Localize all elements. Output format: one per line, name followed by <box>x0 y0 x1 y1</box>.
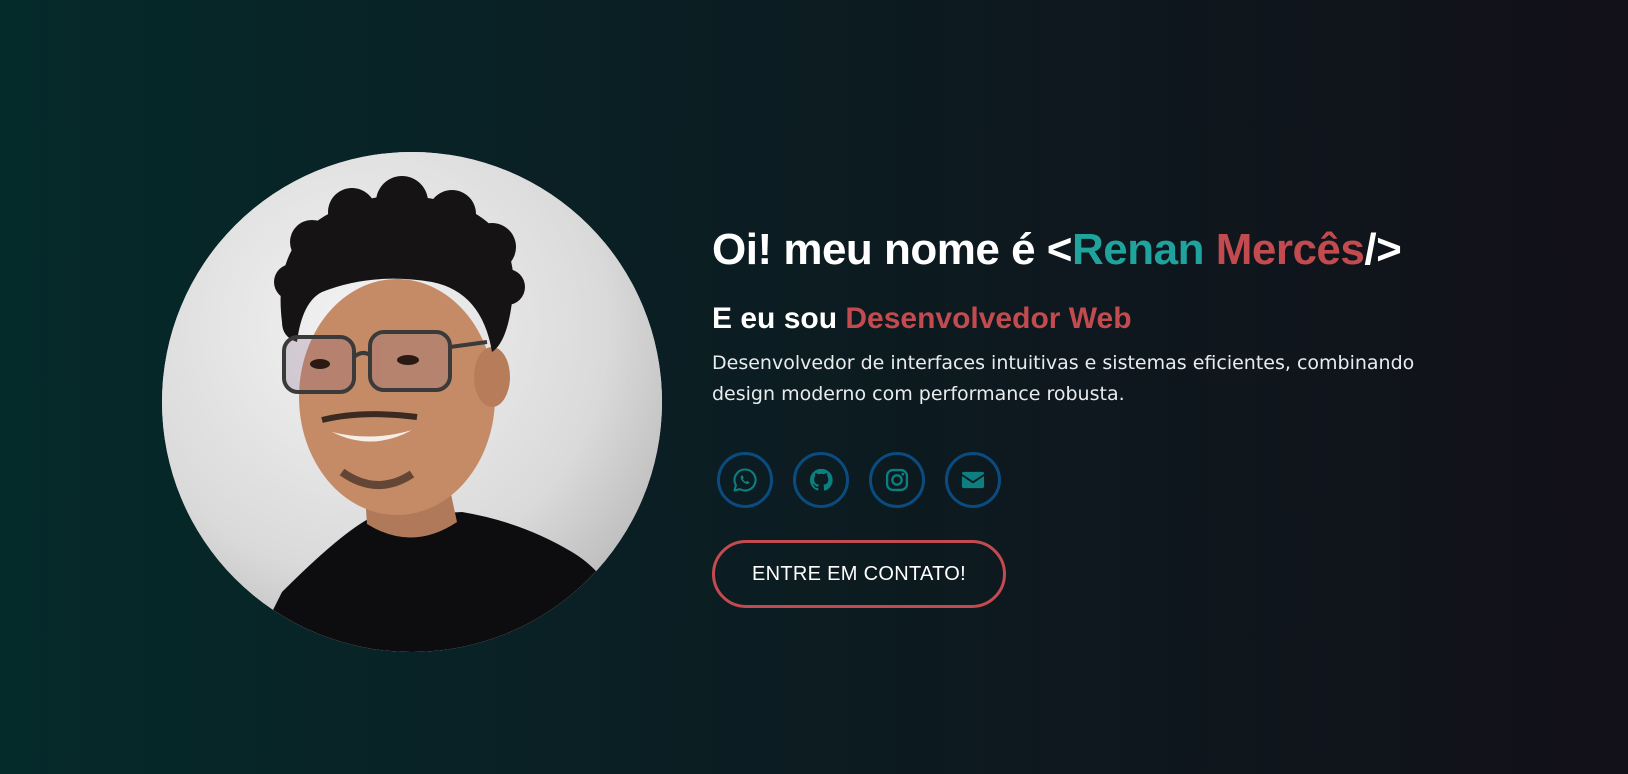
instagram-link[interactable] <box>869 452 925 508</box>
instagram-icon <box>885 468 909 492</box>
whatsapp-icon <box>733 468 757 492</box>
subtitle-prefix: E eu sou <box>712 302 846 335</box>
portrait-illustration <box>162 152 662 652</box>
hero-section: Oi! meu nome é <Renan Mercês/> E eu sou … <box>0 0 1628 774</box>
last-name: Mercês <box>1215 225 1365 274</box>
email-link[interactable] <box>945 452 1001 508</box>
first-name: Renan <box>1072 225 1216 274</box>
contact-button[interactable]: ENTRE EM CONTATO! <box>712 540 1006 608</box>
role-text: Desenvolvedor Web <box>845 302 1132 335</box>
social-links <box>717 452 1472 508</box>
email-icon <box>961 471 985 489</box>
bracket-open: < <box>1046 225 1073 274</box>
greeting-text: Oi! meu nome é <box>712 225 1047 274</box>
profile-photo <box>162 152 662 652</box>
intro-description: Desenvolvedor de interfaces intuitivas e… <box>712 352 1415 405</box>
role-heading: E eu sou Desenvolvedor Web <box>712 300 1472 338</box>
intro-content: Oi! meu nome é <Renan Mercês/> E eu sou … <box>712 222 1472 608</box>
github-icon <box>809 468 833 491</box>
github-link[interactable] <box>793 452 849 508</box>
page-title: Oi! meu nome é <Renan Mercês/> <box>712 222 1472 278</box>
bracket-close: /> <box>1364 225 1402 274</box>
whatsapp-link[interactable] <box>717 452 773 508</box>
